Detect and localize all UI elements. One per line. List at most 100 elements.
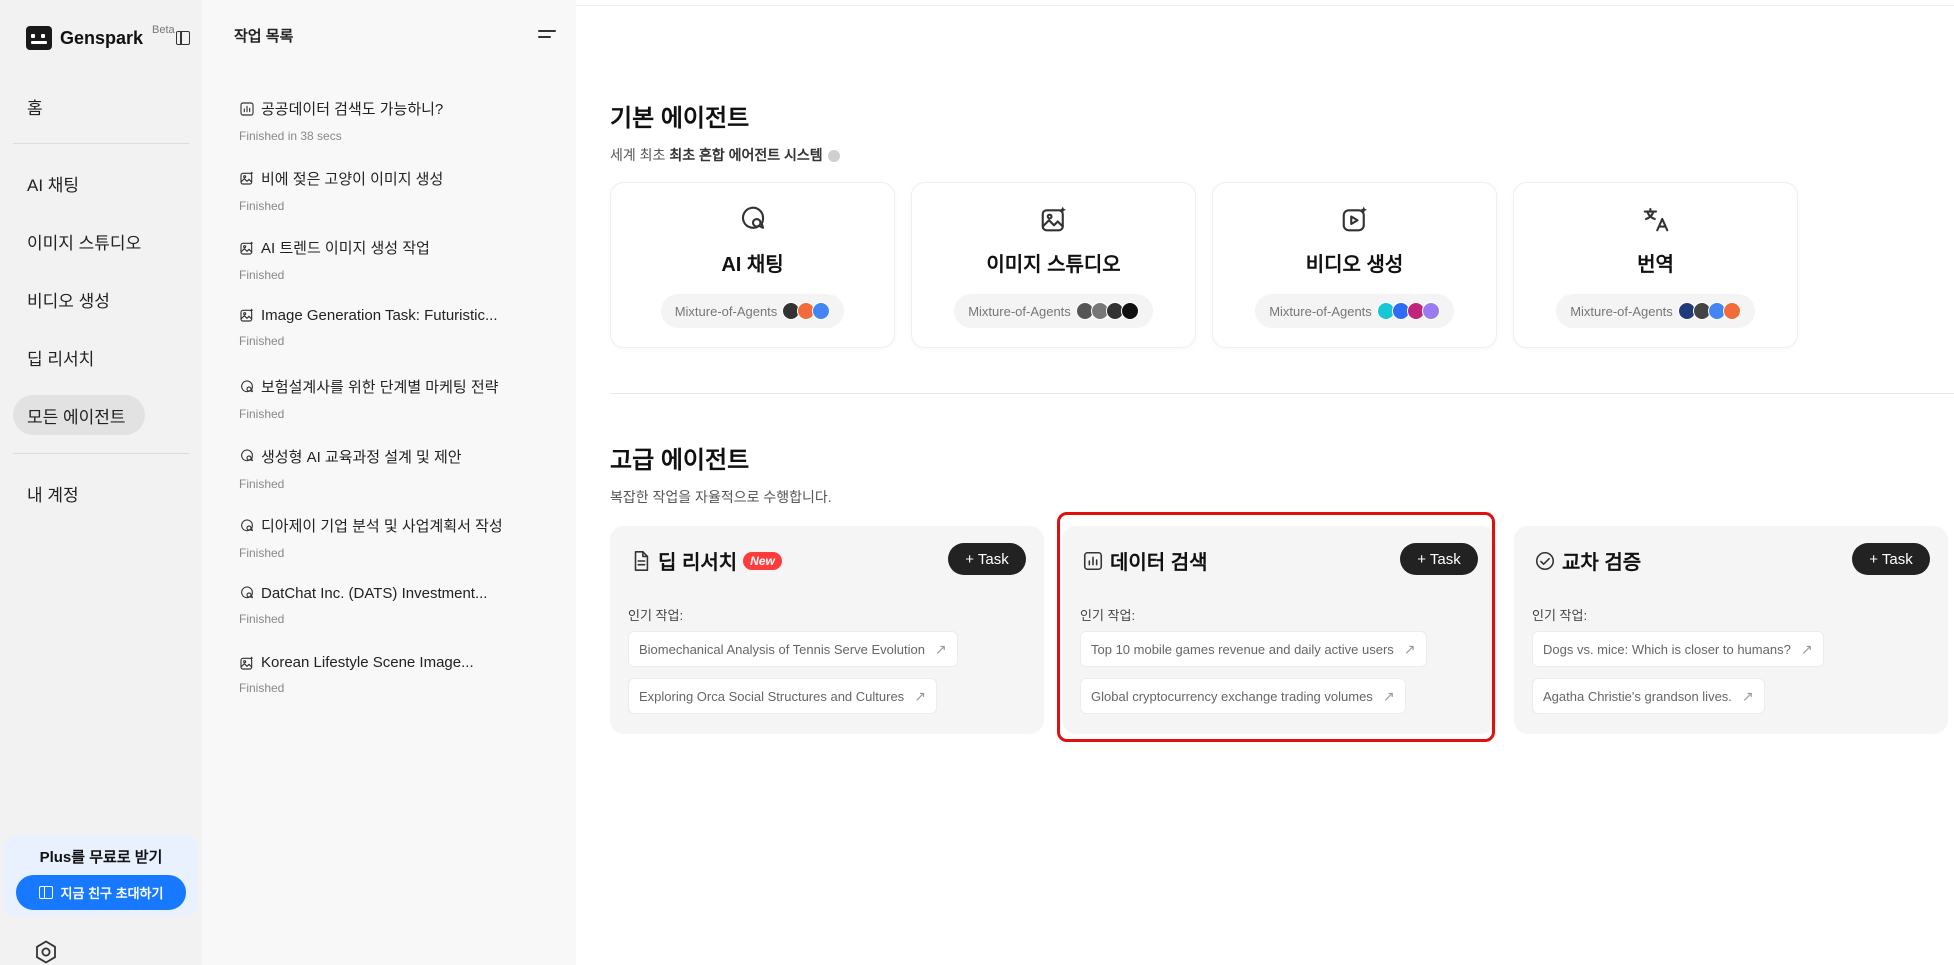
- data-chart-icon: [239, 101, 255, 117]
- advanced-agent-card[interactable]: 딥 리서치 New + Task 인기 작업: Biomechanical Ana…: [610, 526, 1044, 734]
- add-task-button[interactable]: + Task: [1852, 543, 1930, 575]
- advanced-agents-subtitle: 복잡한 작업을 자율적으로 수행합니다.: [610, 489, 832, 505]
- add-task-button[interactable]: + Task: [948, 543, 1026, 575]
- pill-label: Mixture-of-Agents: [1570, 303, 1673, 319]
- model-logos: [1677, 302, 1741, 320]
- arrow-up-right-icon: ↗: [914, 687, 926, 704]
- highlight-box: [1057, 512, 1495, 742]
- invite-friends-label: 지금 친구 초대하기: [60, 886, 164, 901]
- task-list-item[interactable]: DatChat Inc. (DATS) Investment... Finishe…: [239, 585, 559, 626]
- genspark-logo-icon: [26, 26, 52, 50]
- task-title: 보험설계사를 위한 단계별 마케팅 전략: [261, 379, 499, 396]
- mixture-of-agents-pill: Mixture-of-Agents: [660, 294, 845, 328]
- nav-divider: [13, 143, 189, 144]
- agent-name: 이미지 스튜디오: [986, 254, 1121, 276]
- basic-agents-title: 기본 에이전트: [610, 105, 750, 132]
- popular-task-chip[interactable]: Dogs vs. mice: Which is closer to humans…: [1532, 631, 1824, 667]
- arrow-up-right-icon: ↗: [934, 640, 947, 657]
- agent-name: AI 채팅: [721, 254, 784, 276]
- task-list-panel: 작업 목록 공공데이터 검색도 가능하니? Finished in 38 secs…: [202, 0, 576, 965]
- task-status: Finished: [239, 681, 285, 695]
- task-list-item[interactable]: 보험설계사를 위한 단계별 마케팅 전략 Finished: [239, 376, 559, 421]
- nav-item-ai-chat[interactable]: AI 채팅: [27, 171, 79, 196]
- mixture-of-agents-pill: Mixture-of-Agents: [1255, 294, 1454, 328]
- advanced-agent-card[interactable]: 교차 검증 + Task 인기 작업: Dogs vs. mice: Which…: [1514, 526, 1948, 734]
- task-list-item[interactable]: 비에 젖은 고양이 이미지 생성 Finished: [239, 168, 559, 213]
- pill-label: Mixture-of-Agents: [674, 303, 778, 319]
- mixture-of-agents-pill: Mixture-of-Agents: [954, 294, 1153, 328]
- info-icon[interactable]: [827, 150, 840, 163]
- model-logos: [1376, 302, 1440, 320]
- brand[interactable]: Genspark Beta: [26, 24, 175, 50]
- task-list-item[interactable]: Image Generation Task: Futuristic... Fini…: [239, 307, 559, 348]
- task-status: Finished: [239, 407, 285, 421]
- task-title: 디아제이 기업 분석 및 사업계획서 작성: [261, 518, 503, 535]
- task-title: 공공데이터 검색도 가능하니?: [261, 101, 444, 118]
- task-title: DatChat Inc. (DATS) Investment...: [261, 584, 488, 602]
- advanced-agent-header: 교차 검증: [1534, 546, 1641, 575]
- task-status: Finished: [239, 198, 285, 213]
- image-icon: [239, 655, 255, 671]
- model-logo-icon: [1120, 302, 1139, 320]
- agent-card[interactable]: 이미지 스튜디오 Mixture-of-Agents: [911, 182, 1196, 348]
- agent-name: 비디오 생성: [1305, 254, 1404, 276]
- image-icon: [239, 170, 255, 186]
- agent-card[interactable]: 비디오 생성 Mixture-of-Agents: [1212, 182, 1497, 348]
- task-list-title: 작업 목록: [234, 28, 294, 45]
- task-title-row: 공공데이터 검색도 가능하니?: [239, 98, 559, 119]
- task-status: Finished: [239, 333, 285, 348]
- collapse-menu-icon[interactable]: [538, 30, 556, 42]
- new-badge: New: [743, 551, 782, 570]
- nav-item-all-agents[interactable]: 모든 에이전트: [27, 403, 126, 428]
- document-icon: [630, 550, 650, 572]
- model-logos: [1075, 302, 1139, 320]
- advanced-agent-name: 딥 리서치: [658, 552, 738, 574]
- task-list-item[interactable]: AI 트렌드 이미지 생성 작업 Finished: [239, 237, 559, 282]
- model-logo-icon: [1421, 302, 1440, 320]
- task-status: Finished: [239, 476, 285, 491]
- nav-item-image-studio[interactable]: 이미지 스튜디오: [27, 229, 141, 254]
- popular-task-chip[interactable]: Biomechanical Analysis of Tennis Serve E…: [628, 631, 958, 667]
- basic-agents-subtitle: 세계 최초 최초 혼합 에어전트 시스템: [610, 145, 840, 165]
- model-logo-icon: [812, 302, 831, 320]
- video-icon: [1340, 204, 1370, 234]
- top-border: [576, 5, 1954, 6]
- section-divider: [610, 393, 1954, 394]
- invite-friends-button[interactable]: 지금 친구 초대하기: [16, 875, 186, 910]
- task-list-item[interactable]: 디아제이 기업 분석 및 사업계획서 작성 Finished: [239, 515, 559, 560]
- pill-label: Mixture-of-Agents: [1269, 303, 1372, 319]
- popular-tasks-label: 인기 작업:: [1532, 608, 1588, 623]
- task-status: Finished: [239, 546, 285, 560]
- image-icon: [1039, 204, 1069, 234]
- task-list-item[interactable]: 생성형 AI 교육과정 설계 및 제안 Finished: [239, 446, 559, 491]
- popular-task-label: Dogs vs. mice: Which is closer to humans…: [1543, 641, 1791, 657]
- agent-card[interactable]: 번역 Mixture-of-Agents: [1513, 182, 1798, 348]
- agent-card[interactable]: AI 채팅 Mixture-of-Agents: [610, 182, 895, 348]
- popular-task-chip[interactable]: Agatha Christie's grandson lives. ↗: [1532, 678, 1765, 714]
- chat-icon: [239, 518, 255, 534]
- nav-item-deep-research[interactable]: 딥 리서치: [27, 345, 94, 370]
- nav-item-my-account[interactable]: 내 계정: [27, 481, 79, 506]
- panel-toggle-icon[interactable]: [176, 31, 190, 45]
- popular-task-chip[interactable]: Exploring Orca Social Structures and Cul…: [628, 678, 937, 714]
- settings-icon[interactable]: [34, 940, 58, 964]
- nav-item-home[interactable]: 홈: [27, 94, 43, 119]
- translate-icon: [1641, 204, 1671, 234]
- check-circle-icon: [1534, 550, 1555, 572]
- task-title-row: 보험설계사를 위한 단계별 마케팅 전략: [239, 376, 559, 397]
- beta-label: Beta: [152, 24, 175, 36]
- task-status: Finished: [239, 268, 285, 282]
- task-list-item[interactable]: Korean Lifestyle Scene Image... Finished: [239, 654, 559, 695]
- arrow-up-right-icon: ↗: [1800, 640, 1813, 657]
- task-status: Finished: [239, 611, 285, 626]
- task-status: Finished in 38 secs: [239, 129, 342, 143]
- task-title: Korean Lifestyle Scene Image...: [261, 654, 474, 671]
- nav-item-video[interactable]: 비디오 생성: [27, 287, 110, 312]
- promo-title: Plus를 무료로 받기: [39, 849, 163, 866]
- chat-icon: [239, 379, 255, 395]
- model-logos: [782, 302, 831, 320]
- task-list-item[interactable]: 공공데이터 검색도 가능하니? Finished in 38 secs: [239, 98, 559, 143]
- task-title: 비에 젖은 고양이 이미지 생성: [261, 170, 444, 188]
- popular-task-label: Exploring Orca Social Structures and Cul…: [639, 688, 905, 704]
- promo-box: Plus를 무료로 받기 지금 친구 초대하기: [4, 836, 198, 916]
